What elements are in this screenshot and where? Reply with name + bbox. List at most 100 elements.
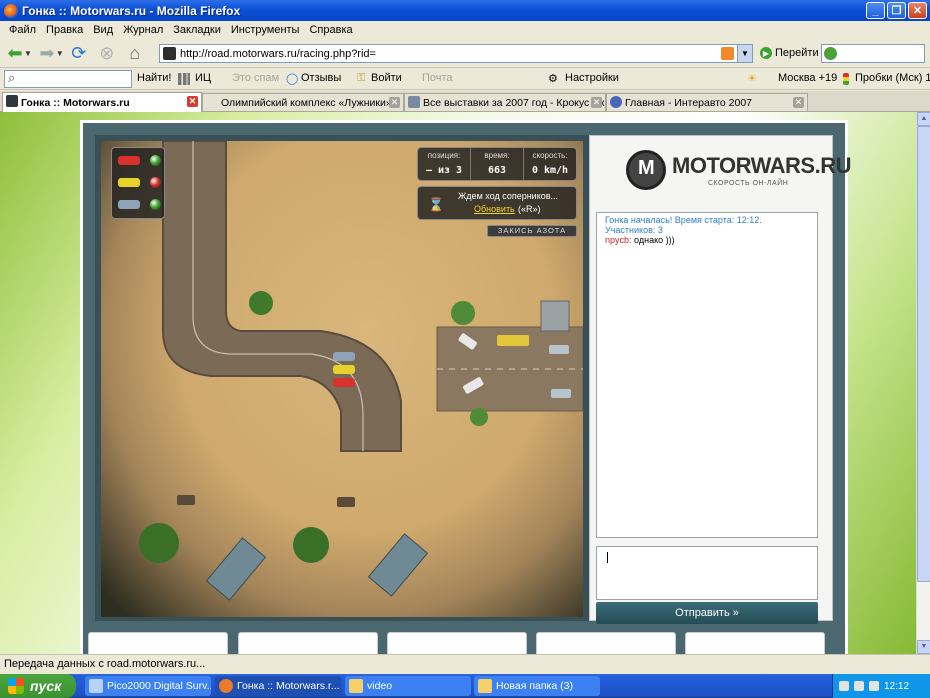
traffic-widget[interactable]: Пробки (Мск) 1 <box>855 72 930 84</box>
menu-history[interactable]: Журнал <box>118 24 168 36</box>
page-content: позиция: – из 3 время: 663 скорость: 0 k… <box>0 112 916 654</box>
chat-log[interactable]: Гонка началась! Время старта: 12:12. Уча… <box>596 212 818 538</box>
tray-network-icon[interactable] <box>839 681 849 691</box>
shed <box>367 533 429 597</box>
reviews-button[interactable]: Отзывы <box>301 72 341 84</box>
reload-icon: ⟳ <box>71 42 87 63</box>
taskbar-item-firefox[interactable]: Гонка :: Motorwars.r... <box>215 676 341 696</box>
send-button[interactable]: Отправить » <box>596 602 818 624</box>
go-button[interactable]: ▶ Перейти <box>760 47 819 59</box>
bush <box>470 408 488 426</box>
race-field[interactable]: позиция: – из 3 время: 663 скорость: 0 k… <box>101 141 583 617</box>
taskbar: пуск Pico2000 Digital Surv... Гонка :: M… <box>0 674 930 698</box>
mail-button[interactable]: Почта <box>422 72 453 84</box>
close-tab-icon[interactable]: ✕ <box>591 97 602 108</box>
car-thumbnail[interactable] <box>238 632 378 654</box>
ic-button[interactable]: ИЦ <box>195 72 211 84</box>
wreck <box>337 497 355 507</box>
tray-media-icon[interactable] <box>869 681 879 691</box>
parked-bus <box>497 335 529 346</box>
close-tab-icon[interactable]: ✕ <box>389 97 400 108</box>
menu-bookmarks[interactable]: Закладки <box>168 24 226 36</box>
settings-button[interactable]: Настройки <box>565 72 619 84</box>
arrow-left-icon: ⬅ <box>7 42 23 63</box>
maximize-button[interactable]: ❐ <box>887 2 906 19</box>
go-label: Перейти <box>775 47 819 59</box>
chat-panel: MOTORWARS.RU СКОРОСТЬ ОН-ЛАЙН Гонка нача… <box>589 135 851 624</box>
search-engine-icon[interactable] <box>824 47 837 60</box>
chat-system-message: Гонка началась! Время старта: 12:12. Уча… <box>605 215 762 235</box>
chat-username[interactable]: npycb: <box>605 235 632 245</box>
clock[interactable]: 12:12 <box>884 681 909 692</box>
scrollbar-thumb[interactable] <box>917 126 930 582</box>
waiting-panel: ⌛ Ждем ход соперников... Обновить («R») <box>417 186 577 220</box>
logo-text: MOTORWARS.RU <box>672 153 851 178</box>
racer-row <box>116 154 162 168</box>
tab-bar: Гонка :: Motorwars.ru ✕ Олимпийский комп… <box>0 91 930 112</box>
key-icon: ⚿ <box>357 72 366 84</box>
logo-subtitle: СКОРОСТЬ ОН-ЛАЙН <box>708 180 789 187</box>
login-button[interactable]: Войти <box>371 72 402 84</box>
refresh-link[interactable]: Обновить <box>474 204 515 214</box>
scroll-down-icon[interactable]: ▼ <box>917 640 930 654</box>
rss-feed-icon[interactable] <box>721 47 734 60</box>
taskbar-item-pico2000[interactable]: Pico2000 Digital Surv... <box>85 676 211 696</box>
car-thumbnail[interactable] <box>88 632 228 654</box>
app-icon <box>89 679 103 693</box>
car-thumbnail[interactable] <box>536 632 676 654</box>
menu-view[interactable]: Вид <box>88 24 118 36</box>
text-caret <box>607 552 608 563</box>
reload-button[interactable]: ⟳ <box>66 40 92 66</box>
position-label: позиция: <box>427 151 461 160</box>
taskbar-item-video[interactable]: video <box>345 676 471 696</box>
time-stat: время: 663 <box>471 148 524 180</box>
car-thumbnail[interactable] <box>387 632 527 654</box>
tray-volume-icon[interactable] <box>854 681 864 691</box>
start-button[interactable]: пуск <box>0 674 76 698</box>
tab-label: Олимпийский комплекс «Лужники» <box>221 96 392 109</box>
home-button[interactable]: ⌂ <box>122 40 148 66</box>
tab-crocus[interactable]: Все выставки за 2007 год - Крокус Эк... … <box>404 93 606 111</box>
weather-widget[interactable]: Москва +19 <box>778 72 837 84</box>
chat-input[interactable] <box>596 546 818 600</box>
close-tab-icon[interactable]: ✕ <box>793 97 804 108</box>
forward-history-dropdown[interactable]: ▼ <box>56 49 64 58</box>
tab-label: Главная - Интеравто 2007 <box>625 96 753 109</box>
menu-file[interactable]: Файл <box>4 24 41 36</box>
search-box[interactable] <box>821 44 925 63</box>
menu-help[interactable]: Справка <box>304 24 357 36</box>
tab-interauto[interactable]: Главная - Интеравто 2007 ✕ <box>606 93 808 111</box>
racers-status-panel <box>111 147 165 219</box>
close-button[interactable]: ✕ <box>908 2 927 19</box>
minimize-button[interactable]: _ <box>866 2 885 19</box>
game-frame: позиция: – из 3 время: 663 скорость: 0 k… <box>80 120 851 654</box>
spam-button[interactable]: Это спам <box>232 72 279 84</box>
car-thumbnail[interactable] <box>685 632 825 654</box>
nitro-button[interactable]: ЗАКИСЬ АЗОТА <box>487 225 577 237</box>
back-history-dropdown[interactable]: ▼ <box>24 49 32 58</box>
race-stats-panel: позиция: – из 3 время: 663 скорость: 0 k… <box>417 147 577 181</box>
address-bar[interactable]: http://road.motorwars.ru/racing.php?rid=… <box>159 44 753 63</box>
stop-button[interactable]: ⊗ <box>94 40 120 66</box>
weather-icon: ☀ <box>747 73 757 85</box>
tab-race[interactable]: Гонка :: Motorwars.ru ✕ <box>2 92 202 112</box>
task-label: Новая папка (3) <box>496 680 573 692</box>
time-label: время: <box>484 151 510 160</box>
racer-car-icon <box>118 156 140 165</box>
window-controls: _ ❐ ✕ <box>866 2 927 19</box>
find-button[interactable]: Найти! <box>137 72 171 84</box>
gear-icon: ⚙ <box>548 73 558 85</box>
tab-luzhniki[interactable]: Олимпийский комплекс «Лужники» ✕ <box>202 93 404 111</box>
scroll-up-icon[interactable]: ▲ <box>917 112 930 126</box>
bush <box>249 291 273 315</box>
car-thumbnails-row <box>88 632 848 654</box>
vertical-scrollbar[interactable]: ▲ ▼ <box>916 112 930 654</box>
taskbar-item-new-folder[interactable]: Новая папка (3) <box>474 676 600 696</box>
menu-tools[interactable]: Инструменты <box>226 24 305 36</box>
url-history-dropdown[interactable]: ▼ <box>737 45 752 62</box>
close-tab-icon[interactable]: ✕ <box>187 96 198 107</box>
race-field-frame: позиция: – из 3 время: 663 скорость: 0 k… <box>95 135 589 621</box>
toolbar-search-input[interactable] <box>4 70 132 88</box>
menu-edit[interactable]: Правка <box>41 24 88 36</box>
title-bar: Гонка :: Motorwars.ru - Mozilla Firefox … <box>0 0 930 21</box>
